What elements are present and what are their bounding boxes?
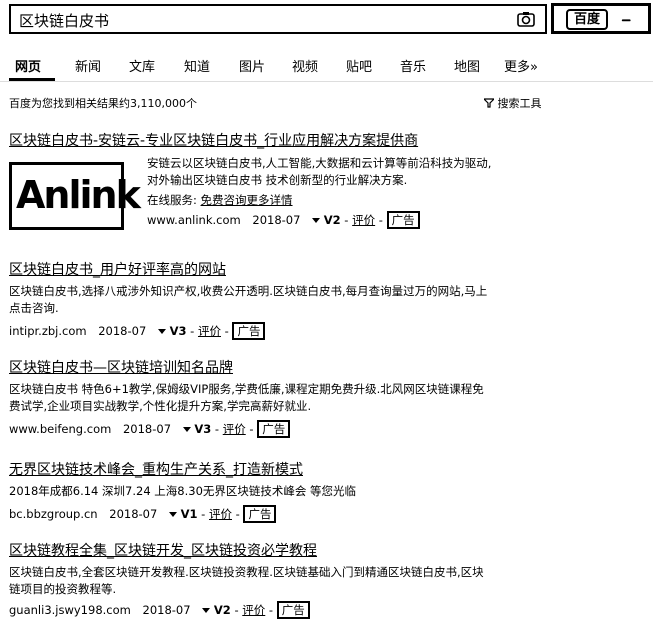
result-date: 2018-07 — [98, 324, 147, 338]
result-url[interactable]: www.beifeng.com — [9, 422, 111, 436]
tab-web[interactable]: 网页 — [15, 56, 41, 75]
caret-down-icon[interactable] — [157, 329, 166, 334]
v-badge[interactable]: V3 — [170, 324, 187, 338]
review-link[interactable]: 评价 — [223, 422, 246, 436]
result-title[interactable]: 区块链白皮书_用户好评率高的网站 — [9, 259, 549, 279]
search-button-label: 百度 — [566, 9, 609, 30]
ad-badge: 广告 — [232, 322, 266, 340]
result-title[interactable]: 区块链白皮书—区块链培训知名品牌 — [9, 357, 549, 377]
search-query[interactable]: 区块链白皮书 — [19, 10, 109, 31]
tab-map[interactable]: 地图 — [454, 56, 480, 75]
v-badge[interactable]: V1 — [181, 507, 198, 521]
baidu-paw-icon: ᭸ — [621, 10, 632, 29]
result-desc-line: 链项目的投资教程等. — [9, 582, 117, 596]
review-link[interactable]: 评价 — [198, 324, 221, 338]
result-date: 2018-07 — [109, 507, 158, 521]
service-label: 在线服务: — [147, 193, 197, 207]
result-desc-line: 安链云以区块链白皮书,人工智能,大数据和云计算等前沿科技为驱动, — [147, 156, 492, 170]
ad-badge: 广告 — [243, 505, 277, 523]
tab-video[interactable]: 视频 — [292, 56, 318, 75]
caret-down-icon[interactable] — [312, 218, 321, 223]
result-desc-line: 区块链白皮书 特色6+1教学,保姆级VIP服务,学费低廉,课程定期免费升级.北风… — [9, 382, 484, 396]
caret-down-icon[interactable] — [168, 512, 177, 517]
result-item: 区块链白皮书—区块链培训知名品牌 区块链白皮书 特色6+1教学,保姆级VIP服务… — [9, 357, 549, 438]
camera-icon[interactable] — [517, 11, 535, 27]
search-tools-label: 搜索工具 — [497, 97, 542, 110]
result-date: 2018-07 — [252, 213, 301, 227]
tab-images[interactable]: 图片 — [239, 56, 265, 75]
result-title[interactable]: 区块链教程全集_区块链开发_区块链投资必学教程 — [9, 540, 554, 560]
result-count: 百度为您找到相关结果约3,110,000个 — [9, 97, 197, 110]
v-badge[interactable]: V2 — [324, 213, 341, 227]
result-body: 安链云以区块链白皮书,人工智能,大数据和云计算等前沿科技为驱动, 对外输出区块链… — [147, 156, 492, 229]
result-desc-line: 区块链白皮书,全套区块链开发教程.区块链投资教程.区块链基础入门到精通区块链白皮… — [9, 565, 484, 579]
ad-badge: 广告 — [386, 211, 420, 229]
result-desc-line: 区块链白皮书,选择八戒涉外知识产权,收费公开透明.区块链白皮书,每月查询量过万的… — [9, 284, 488, 298]
result-date: 2018-07 — [122, 422, 172, 436]
ad-badge: 广告 — [257, 420, 291, 438]
result-desc-line: 对外输出区块链白皮书 技术创新型的行业解决方案. — [147, 173, 408, 187]
result-title[interactable]: 无界区块链技术峰会_重构生产关系_打造新模式 — [9, 459, 549, 479]
ad-badge: 广告 — [276, 601, 310, 619]
logo-text: Anlink — [16, 173, 141, 217]
result-item: 区块链教程全集_区块链开发_区块链投资必学教程 区块链白皮书,全套区块链开发教程… — [9, 540, 554, 619]
tab-zhidao[interactable]: 知道 — [184, 56, 210, 75]
tab-bar: 网页 新闻 文库 知道 图片 视频 贴吧 音乐 地图 更多» — [0, 56, 653, 78]
result-desc-line: 2018年成都6.14 深圳7.24 上海8.30无界区块链技术峰会 等您光临 — [9, 484, 357, 498]
result-url[interactable]: www.anlink.com — [147, 213, 241, 227]
anlink-logo[interactable]: Anlink — [9, 162, 141, 230]
tab-tieba[interactable]: 贴吧 — [346, 56, 372, 75]
result-url[interactable]: intipr.zbj.com — [9, 324, 87, 338]
result-url[interactable]: bc.bbzgroup.cn — [9, 507, 98, 521]
service-link[interactable]: 免费咨询更多详情 — [201, 193, 293, 207]
search-tools[interactable]: 搜索工具 — [482, 95, 542, 111]
result-item: 区块链白皮书_用户好评率高的网站 区块链白皮书,选择八戒涉外知识产权,收费公开透… — [9, 259, 549, 340]
result-item: 无界区块链技术峰会_重构生产关系_打造新模式 2018年成都6.14 深圳7.2… — [9, 459, 549, 523]
tab-more[interactable]: 更多» — [504, 56, 538, 75]
search-button[interactable]: 百度 ᭸ — [551, 3, 651, 34]
caret-down-icon[interactable] — [182, 427, 191, 432]
tab-music[interactable]: 音乐 — [400, 56, 426, 75]
result-desc-line: 点击咨询. — [9, 301, 59, 315]
result-desc-line: 费试学,企业项目实战教学,个性化提升方案,学完高薪好就业. — [9, 399, 312, 413]
tab-wenku[interactable]: 文库 — [129, 56, 155, 75]
search-input[interactable]: 区块链白皮书 — [9, 4, 547, 34]
filter-icon — [482, 98, 496, 108]
tab-news[interactable]: 新闻 — [75, 56, 101, 75]
result-item: 区块链白皮书-安链云-专业区块链白皮书_行业应用解决方案提供商 — [9, 130, 418, 150]
v-badge[interactable]: V3 — [194, 422, 211, 436]
review-link[interactable]: 评价 — [352, 213, 375, 227]
divider — [0, 81, 653, 82]
result-url[interactable]: guanli3.jswy198.com — [9, 603, 131, 617]
review-link[interactable]: 评价 — [242, 603, 265, 617]
result-date: 2018-07 — [142, 603, 191, 617]
v-badge[interactable]: V2 — [214, 603, 231, 617]
caret-down-icon[interactable] — [202, 608, 211, 613]
review-link[interactable]: 评价 — [209, 507, 232, 521]
result-title[interactable]: 区块链白皮书-安链云-专业区块链白皮书_行业应用解决方案提供商 — [9, 130, 418, 150]
